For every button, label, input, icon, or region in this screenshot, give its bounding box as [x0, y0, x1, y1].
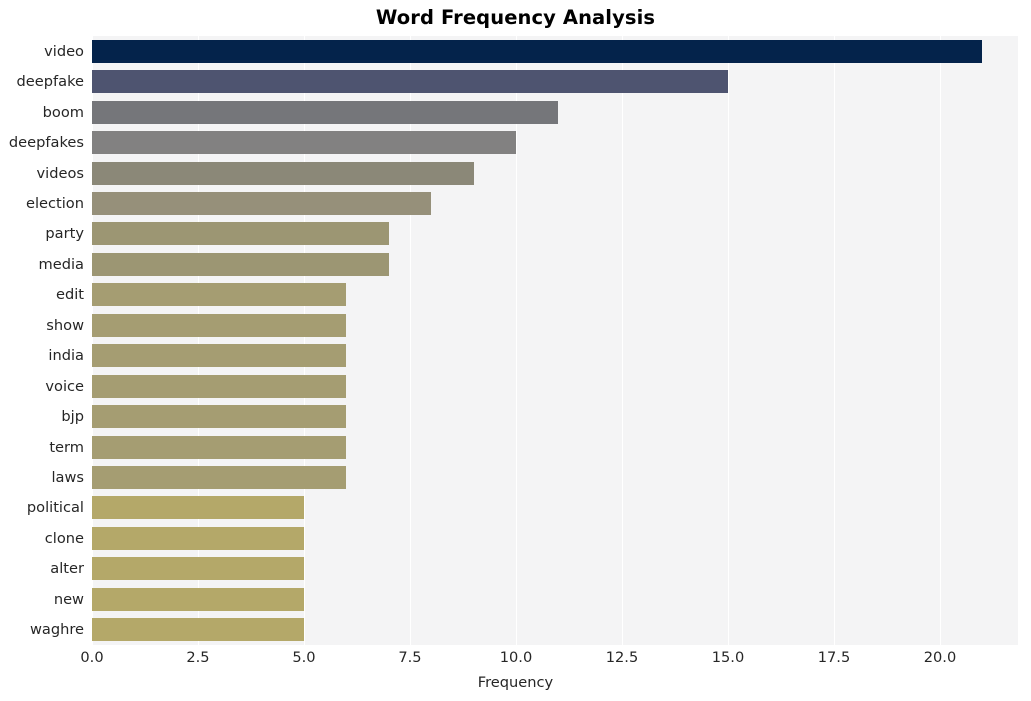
bar: [92, 191, 432, 215]
x-tick-label: 2.5: [186, 649, 210, 666]
gridline-vertical: [303, 36, 306, 645]
bar: [92, 496, 304, 520]
x-tick-label: 12.5: [605, 649, 639, 666]
bar: [92, 344, 347, 368]
y-axis-tick-labels: video deepfake boom deepfakes videos election…: [0, 36, 84, 645]
gridline-vertical: [833, 36, 836, 645]
y-tick-label: waghre: [29, 621, 84, 639]
bar: [92, 374, 347, 398]
y-tick-label: show: [46, 316, 84, 334]
x-tick-label: 20.0: [923, 649, 957, 666]
y-tick-label: laws: [51, 469, 84, 487]
y-tick-label: video: [44, 42, 84, 60]
bar: [92, 557, 304, 581]
bar: [92, 131, 516, 155]
bar: [92, 39, 983, 63]
x-tick-label: 10.0: [499, 649, 533, 666]
y-tick-label: videos: [36, 164, 84, 182]
x-tick-label: 15.0: [711, 649, 745, 666]
bar: [92, 618, 304, 642]
gridline-vertical: [621, 36, 624, 645]
chart-title: Word Frequency Analysis: [375, 6, 656, 29]
gridline-vertical: [409, 36, 412, 645]
gridline-vertical: [939, 36, 942, 645]
y-tick-label: bjp: [61, 408, 84, 426]
y-tick-label: election: [26, 194, 84, 212]
bar: [92, 587, 304, 611]
gridline-vertical: [197, 36, 200, 645]
y-tick-label: term: [49, 438, 84, 456]
y-tick-label: boom: [42, 103, 84, 121]
y-tick-label: india: [48, 347, 84, 365]
bar: [92, 100, 559, 124]
y-tick-label: clone: [44, 529, 84, 547]
y-tick-label: new: [53, 590, 84, 608]
x-axis-label: Frequency: [477, 674, 554, 691]
bar: [92, 283, 347, 307]
gridline-vertical: [92, 36, 94, 645]
bar: [92, 313, 347, 337]
chart-figure: Word Frequency Analysis video deepfake boo…: [0, 0, 1031, 701]
y-tick-label: edit: [55, 286, 84, 304]
bar: [92, 70, 728, 94]
gridline-vertical: [727, 36, 730, 645]
y-tick-label: voice: [45, 377, 84, 395]
x-tick-label: 7.5: [398, 649, 422, 666]
y-tick-label: political: [26, 499, 84, 517]
x-tick-label: 5.0: [292, 649, 316, 666]
y-tick-label: deepfakes: [8, 134, 84, 152]
y-tick-label: media: [38, 255, 84, 273]
gridline-vertical: [515, 36, 518, 645]
bar: [92, 466, 347, 490]
bar: [92, 435, 347, 459]
x-tick-label: 0.0: [80, 649, 104, 666]
x-tick-label: 17.5: [817, 649, 851, 666]
x-axis-tick-labels: 0.0 2.5 5.0 7.5 10.0 12.5 15.0 17.5 20.0: [0, 648, 1031, 672]
y-tick-label: deepfake: [16, 73, 84, 91]
bar: [92, 526, 304, 550]
y-tick-label: party: [45, 225, 84, 243]
bar: [92, 405, 347, 429]
bar: [92, 222, 389, 246]
plot-area: [92, 36, 1018, 645]
bar: [92, 252, 389, 276]
y-tick-label: alter: [50, 560, 84, 578]
bar: [92, 161, 474, 185]
